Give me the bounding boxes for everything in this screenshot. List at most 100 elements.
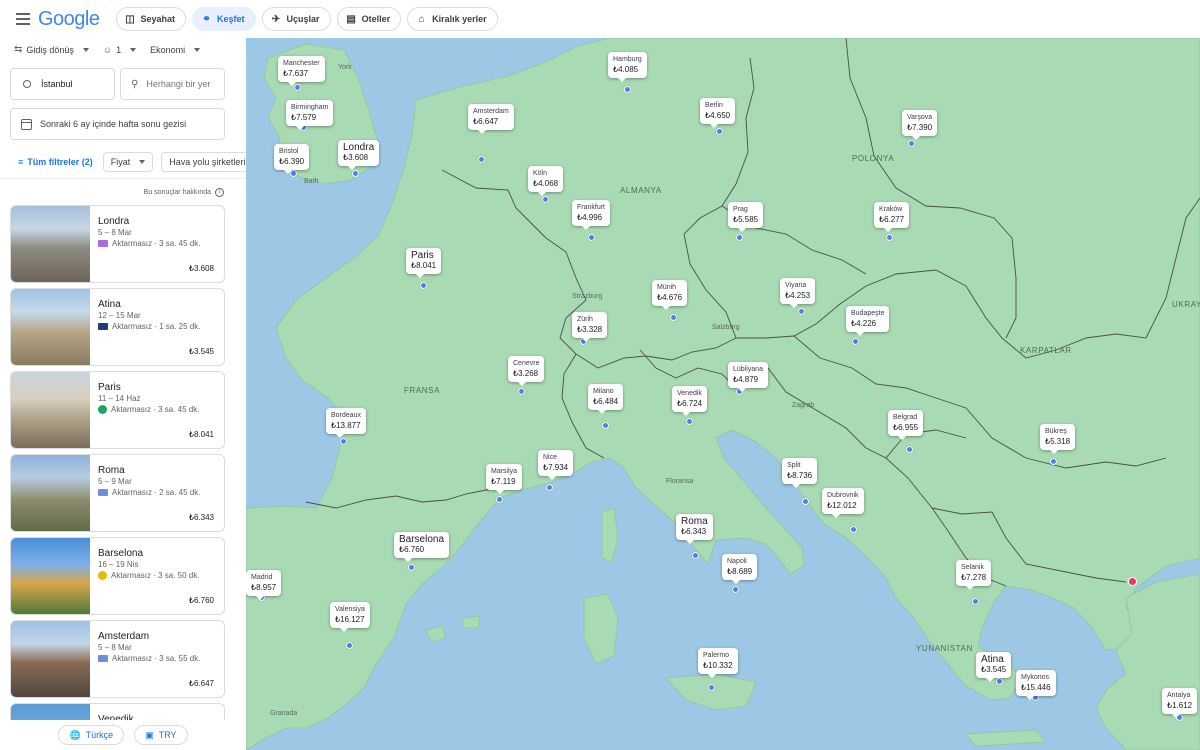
- destination-dot[interactable]: [346, 642, 353, 649]
- price-label-price: ₺7.119: [491, 477, 516, 486]
- price-label-bristol[interactable]: Bristol ₺6.390: [274, 144, 310, 174]
- destination-dot[interactable]: [588, 234, 595, 241]
- tab-travel[interactable]: ◫ Seyahat: [115, 7, 187, 31]
- destination-dot[interactable]: [852, 338, 859, 345]
- tab-explore[interactable]: ⚭ Keşfet: [192, 7, 256, 31]
- destination-dot[interactable]: [686, 418, 693, 425]
- price-label-varsova[interactable]: Varşova ₺7.390: [902, 110, 938, 140]
- destination-dot[interactable]: [908, 140, 915, 147]
- result-card-paris[interactable]: Paris 11 – 14 Haz Aktarmasız · 3 sa. 45 …: [10, 371, 225, 449]
- destination-dot[interactable]: [850, 526, 857, 533]
- trip-type-select[interactable]: ⇆ Gidiş dönüş: [14, 44, 89, 55]
- result-card-atina[interactable]: Atina 12 – 15 Mar Aktarmasız · 1 sa. 25 …: [10, 288, 225, 366]
- price-label-napoli[interactable]: Napoli ₺8.689: [722, 554, 758, 584]
- language-button[interactable]: 🌐 Türkçe: [58, 725, 125, 745]
- tab-rentals[interactable]: ⌂ Kiralık yerler: [407, 7, 498, 31]
- destination-dot[interactable]: [670, 314, 677, 321]
- price-label-barselona[interactable]: Barselona ₺6.760: [394, 532, 450, 562]
- price-label-manchester[interactable]: Manchester ₺7.637: [278, 56, 325, 86]
- result-card-barselona[interactable]: Barselona 16 – 19 Nis Aktarmasız · 3 sa.…: [10, 537, 225, 615]
- price-label-bordeaux[interactable]: Bordeaux ₺13.877: [326, 408, 366, 438]
- price-label-paris[interactable]: Paris ₺8.041: [406, 248, 442, 278]
- destination-dot[interactable]: [546, 484, 553, 491]
- tab-flights[interactable]: ✈ Uçuşlar: [261, 7, 331, 31]
- price-label-city: Dubrovnik: [827, 492, 859, 499]
- price-label-valensiya[interactable]: Valensiya ₺16.127: [330, 602, 370, 632]
- destination-dot[interactable]: [802, 498, 809, 505]
- price-label-frankfurt[interactable]: Frankfurt ₺4.996: [572, 200, 611, 230]
- price-label-roma[interactable]: Roma ₺6.343: [676, 514, 713, 544]
- destination-dot[interactable]: [420, 282, 427, 289]
- price-label-dubrovnik[interactable]: Dubrovnik ₺12.012: [822, 488, 864, 518]
- price-label-cenevre[interactable]: Cenevre ₺3.268: [508, 356, 545, 386]
- origin-field[interactable]: [10, 68, 115, 100]
- price-label-palermo[interactable]: Palermo ₺10.332: [698, 648, 738, 678]
- price-label-belgrad[interactable]: Belgrad ₺6.955: [888, 410, 924, 440]
- cabin-select[interactable]: Ekonomi: [150, 44, 201, 55]
- price-label-madrid[interactable]: Madrid ₺8.957: [246, 570, 282, 600]
- destination-dot[interactable]: [624, 86, 631, 93]
- destination-dot[interactable]: [716, 128, 723, 135]
- chevron-down-icon: [194, 47, 201, 52]
- google-logo[interactable]: Google: [38, 8, 100, 31]
- price-label-nice[interactable]: Nice ₺7.934: [538, 450, 574, 480]
- destination-dot[interactable]: [798, 308, 805, 315]
- price-label-krakow[interactable]: Kraków ₺6.277: [874, 202, 910, 232]
- price-label-milano[interactable]: Milano ₺6.484: [588, 384, 624, 414]
- airlines-filter-button[interactable]: Hava yolu şirketleri: [161, 152, 246, 172]
- price-label-hamburg[interactable]: Hamburg ₺4.085: [608, 52, 647, 82]
- price-label-price: ₺4.879: [733, 375, 759, 384]
- destination-dot[interactable]: [352, 170, 359, 177]
- price-label-split[interactable]: Split ₺8.736: [782, 458, 818, 488]
- about-results-link[interactable]: Bu sonuçlar hakkında i: [144, 188, 224, 197]
- destination-dot[interactable]: [736, 234, 743, 241]
- price-label-venedik[interactable]: Venedik ₺6.724: [672, 386, 708, 416]
- destination-dot[interactable]: [340, 438, 347, 445]
- price-label-atina[interactable]: Atina ₺3.545: [976, 652, 1012, 682]
- menu-icon[interactable]: [12, 8, 34, 30]
- price-filter-button[interactable]: Fiyat: [102, 152, 154, 172]
- result-card-roma[interactable]: Roma 5 – 9 Mar Aktarmasız · 2 sa. 45 dk.…: [10, 454, 225, 532]
- date-field[interactable]: Sonraki 6 ay içinde hafta sonu gezisi: [10, 108, 225, 140]
- price-label-lubliyana[interactable]: Lübliyana ₺4.879: [728, 362, 768, 392]
- destination-dot[interactable]: [518, 388, 525, 395]
- destination-dot[interactable]: [886, 234, 893, 241]
- destination-dot[interactable]: [692, 552, 699, 559]
- origin-input[interactable]: [41, 79, 114, 89]
- destination-dot[interactable]: [408, 564, 415, 571]
- price-label-berlin[interactable]: Berlin ₺4.650: [700, 98, 736, 128]
- all-filters-button[interactable]: ≡ Tüm filtreler (2): [16, 152, 95, 172]
- result-card-londra[interactable]: Londra 5 – 8 Mar Aktarmasız · 3 sa. 45 d…: [10, 205, 225, 283]
- destination-dot[interactable]: [996, 678, 1003, 685]
- price-label-bukres[interactable]: Bükreş ₺5.318: [1040, 424, 1076, 454]
- price-label-viyana[interactable]: Viyana ₺4.253: [780, 278, 816, 308]
- destination-input[interactable]: [146, 79, 224, 89]
- price-label-marsilya[interactable]: Marsilya ₺7.119: [486, 464, 523, 494]
- destination-dot[interactable]: [602, 422, 609, 429]
- destination-dot[interactable]: [1050, 458, 1057, 465]
- destination-field[interactable]: ⚲: [120, 68, 225, 100]
- price-label-antalya[interactable]: Antalya ₺1.612: [1162, 688, 1198, 718]
- destination-dot[interactable]: [972, 598, 979, 605]
- tab-hotels[interactable]: ▤ Oteller: [336, 7, 402, 31]
- price-label-selanik[interactable]: Selanik ₺7.278: [956, 560, 992, 590]
- price-label-londra[interactable]: Londra ₺3.608: [338, 140, 380, 170]
- destination-dot[interactable]: [708, 684, 715, 691]
- price-label-birmingham[interactable]: Birmingham ₺7.579: [286, 100, 334, 130]
- destinations-map[interactable]: POLONYA ALMANYA FRANSA KARPATLAR YUNANİS…: [246, 38, 1200, 750]
- price-label-budapeste[interactable]: Budapeşte ₺4.226: [846, 306, 890, 336]
- destination-dot[interactable]: [478, 156, 485, 163]
- price-label-mykonos[interactable]: Mykonos ₺15.446: [1016, 670, 1056, 700]
- price-label-prag[interactable]: Prag ₺5.585: [728, 202, 764, 232]
- price-label-koln[interactable]: Köln ₺4.068: [528, 166, 564, 196]
- destination-dot[interactable]: [542, 196, 549, 203]
- destination-dot[interactable]: [496, 496, 503, 503]
- price-label-amsterdam[interactable]: Amsterdam ₺6.647: [468, 104, 514, 134]
- currency-button[interactable]: ▣ TRY: [134, 725, 188, 745]
- price-label-munih[interactable]: Münih ₺4.676: [652, 280, 688, 310]
- destination-dot[interactable]: [732, 586, 739, 593]
- passenger-select[interactable]: ☺ 1: [103, 44, 137, 55]
- price-label-zurih[interactable]: Zürih ₺3.328: [572, 312, 608, 342]
- destination-dot[interactable]: [906, 446, 913, 453]
- result-card-amsterdam[interactable]: Amsterdam 5 – 8 Mar Aktarmasız · 3 sa. 5…: [10, 620, 225, 698]
